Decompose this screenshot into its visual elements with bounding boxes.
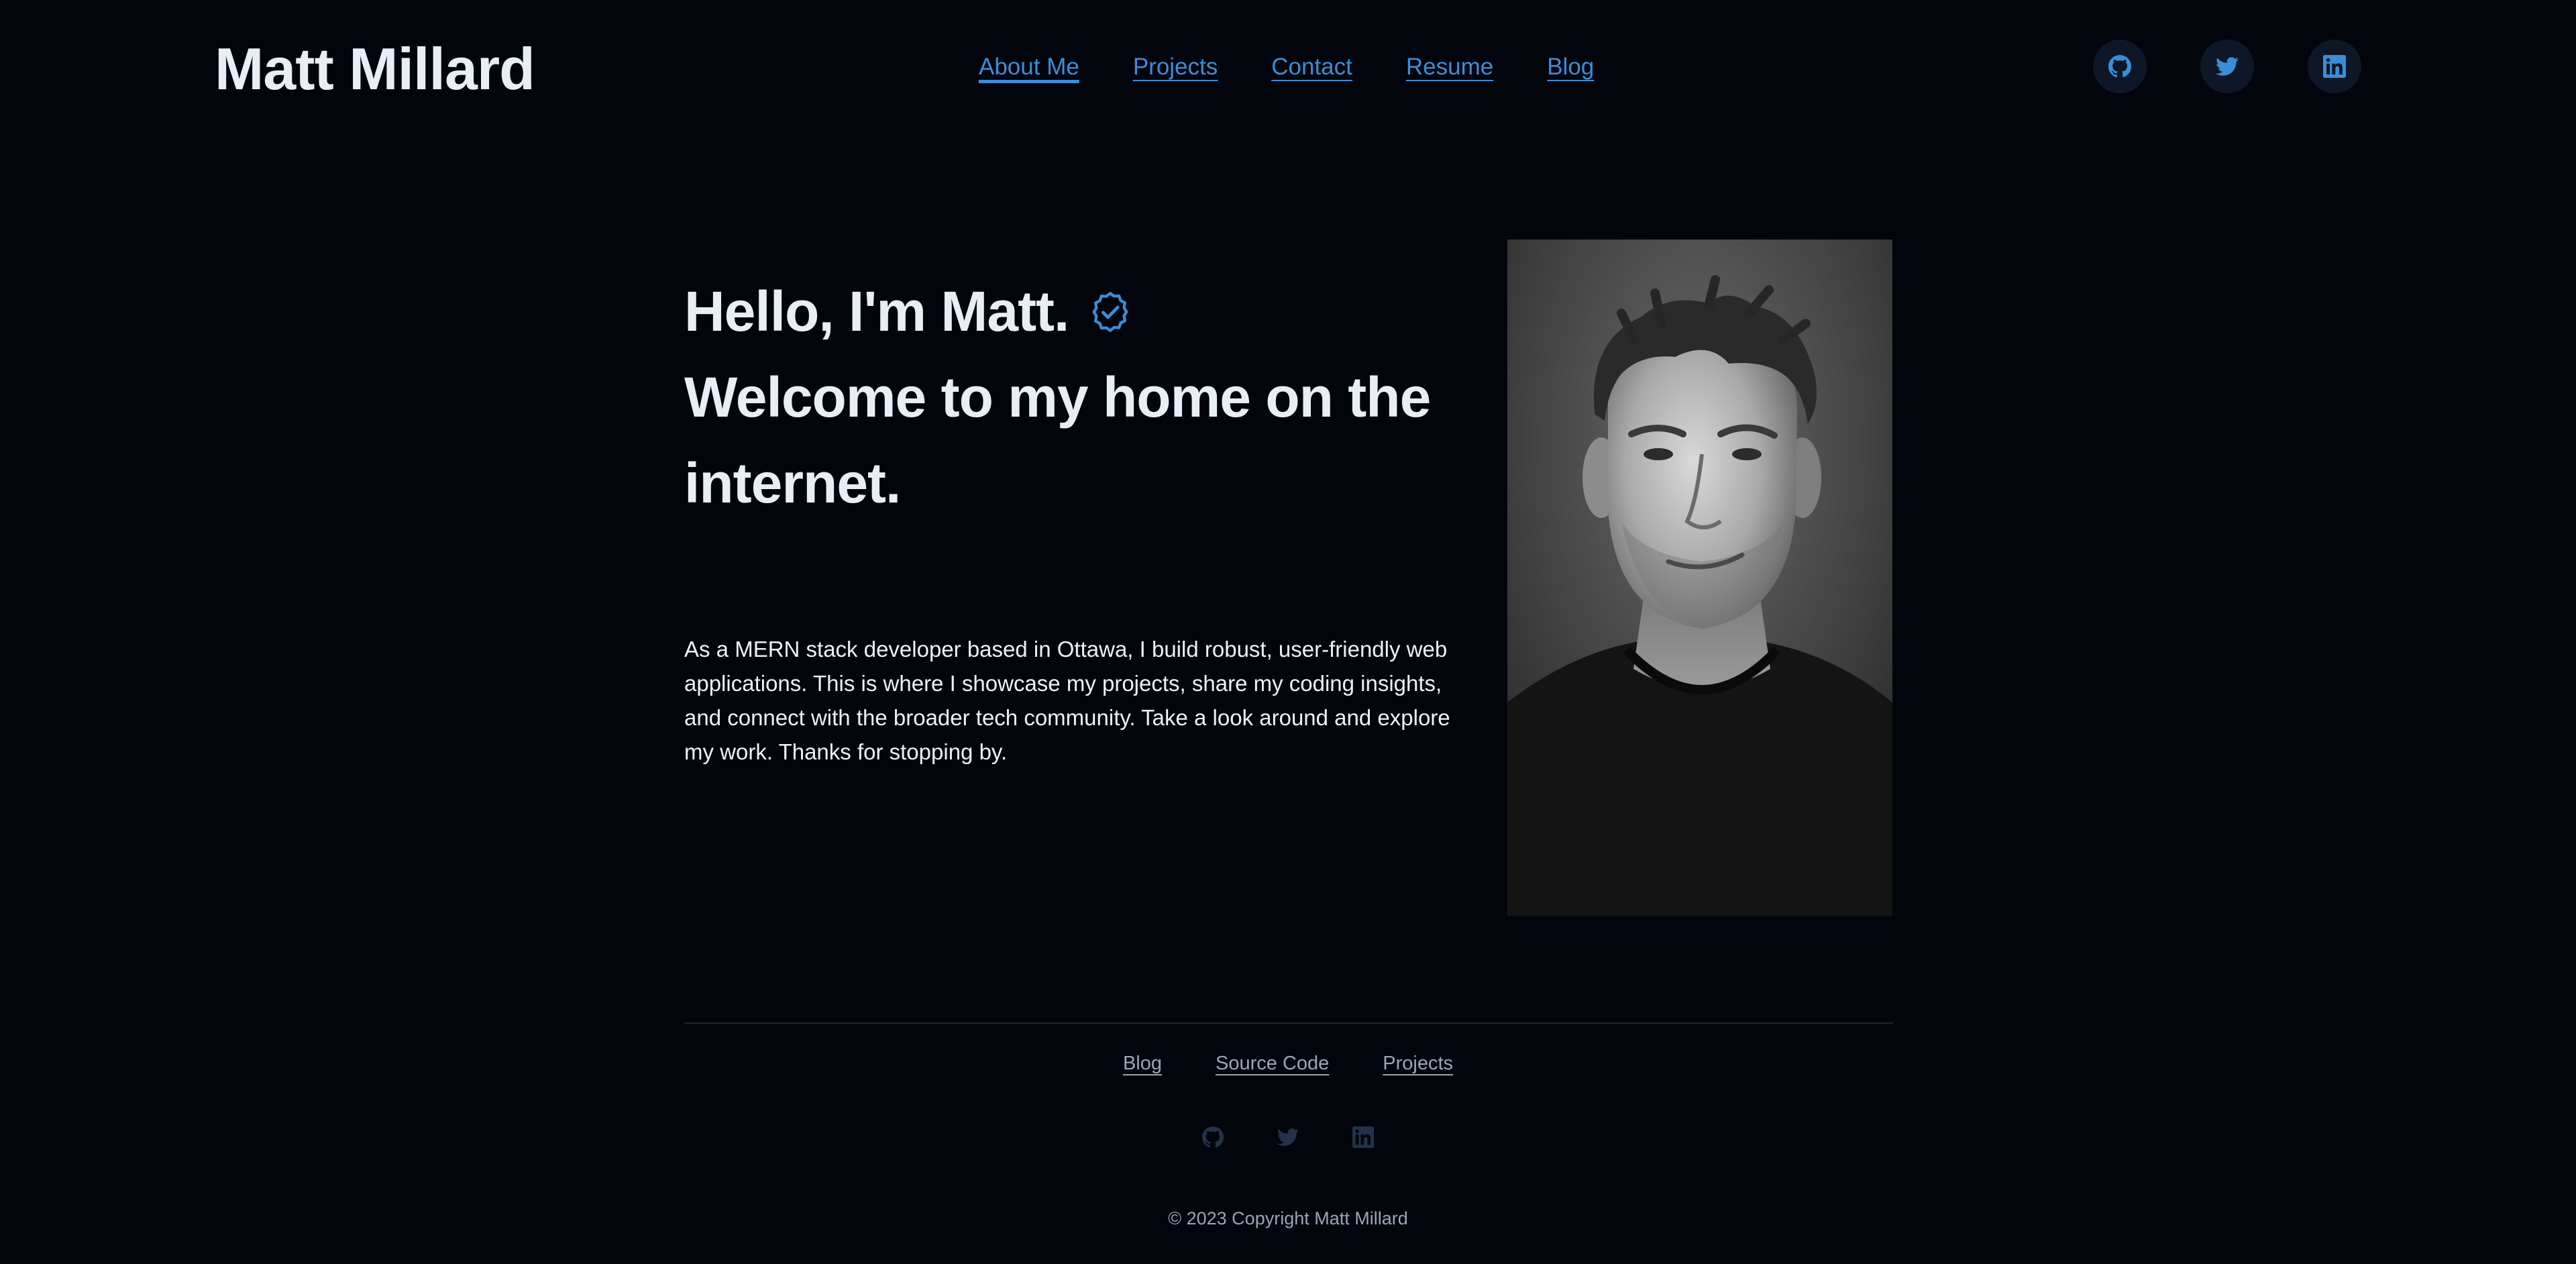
footer-divider xyxy=(684,1022,1893,1024)
github-icon xyxy=(2108,55,2131,78)
site-title[interactable]: Matt Millard xyxy=(215,32,535,106)
linkedin-icon xyxy=(2323,55,2346,78)
linkedin-icon xyxy=(1352,1126,1374,1148)
footer-nav: Blog Source Code Projects xyxy=(0,1047,2576,1080)
nav-link-projects[interactable]: Projects xyxy=(1133,48,1218,86)
portrait-photo xyxy=(1507,240,1892,916)
twitter-button[interactable] xyxy=(2200,40,2254,93)
nav-link-resume[interactable]: Resume xyxy=(1406,48,1493,86)
main-nav: About Me Projects Contact Resume Blog xyxy=(979,48,1594,86)
footer-link-blog[interactable]: Blog xyxy=(1123,1047,1162,1080)
footer-link-projects[interactable]: Projects xyxy=(1383,1047,1453,1080)
nav-link-blog[interactable]: Blog xyxy=(1547,48,1594,86)
hero-intro-text: As a MERN stack developer based in Ottaw… xyxy=(684,637,1450,764)
hero-heading: Hello, I'm Matt. Welcome to my home on t… xyxy=(684,268,1449,526)
header-social-links xyxy=(2093,40,2361,93)
github-button[interactable] xyxy=(2093,40,2147,93)
footer-social-links xyxy=(0,1126,2576,1148)
nav-link-about-me[interactable]: About Me xyxy=(979,48,1079,86)
footer-linkedin-link[interactable] xyxy=(1352,1126,1374,1148)
verified-badge-icon xyxy=(1092,292,1128,332)
hero-welcome: Welcome to my home on the internet. xyxy=(684,366,1431,515)
twitter-icon xyxy=(2216,57,2239,76)
footer-github-link[interactable] xyxy=(1202,1126,1224,1148)
footer-twitter-link[interactable] xyxy=(1277,1126,1299,1148)
nav-link-contact[interactable]: Contact xyxy=(1271,48,1352,86)
linkedin-button[interactable] xyxy=(2308,40,2361,93)
twitter-icon xyxy=(1277,1128,1299,1146)
copyright-text: © 2023 Copyright Matt Millard xyxy=(1168,1208,1408,1228)
footer-link-source-code[interactable]: Source Code xyxy=(1216,1047,1329,1080)
hero-greeting: Hello, I'm Matt. xyxy=(684,280,1069,343)
github-icon xyxy=(1202,1126,1224,1148)
